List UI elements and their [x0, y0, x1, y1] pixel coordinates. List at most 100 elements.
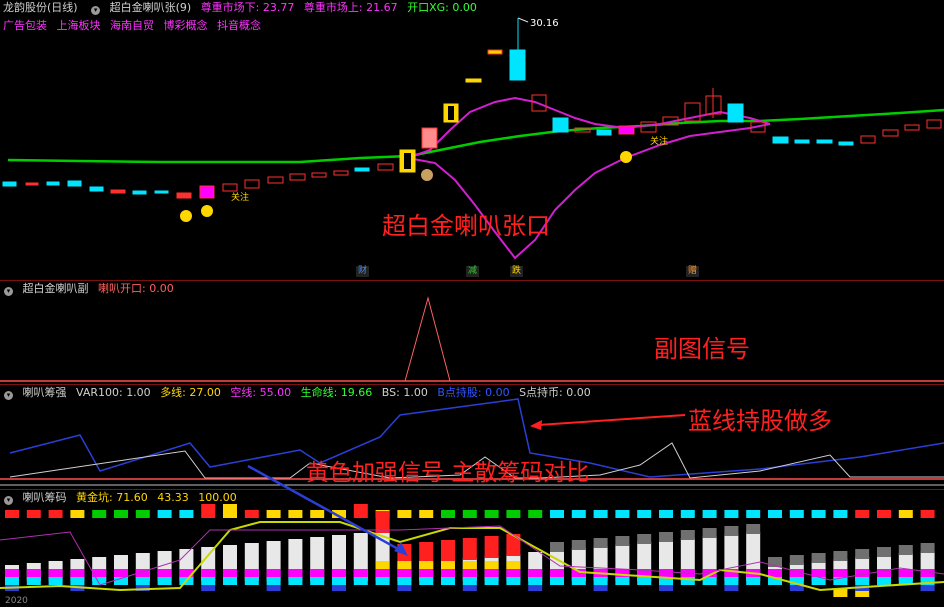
chip-bar-segment	[397, 561, 412, 569]
candle	[465, 78, 482, 83]
candle	[46, 181, 60, 186]
chip-bar-segment	[702, 528, 717, 538]
candle	[244, 179, 260, 189]
chip-bar-segment	[353, 577, 368, 585]
sub1-caption: 副图信号	[654, 335, 750, 363]
chip-bar-segment	[833, 551, 848, 561]
chip-bar-segment	[877, 547, 891, 557]
sub2-caption2: 黄色加强信号 主散筹码对比	[306, 460, 590, 486]
chip-bar-segment	[114, 569, 128, 577]
chip-top-bar	[92, 510, 107, 518]
chip-top-bar	[288, 510, 303, 518]
chip-bar-segment	[310, 577, 325, 585]
chip-bar-segment	[288, 577, 303, 585]
chip-bar-segment	[462, 561, 477, 569]
candle	[199, 185, 215, 199]
chip-top-bar	[768, 510, 782, 518]
chip-bar-segment	[332, 569, 346, 577]
chip-bar-segment	[571, 540, 586, 550]
chip-top-bar	[637, 510, 652, 518]
candle	[67, 180, 82, 187]
chip-bar-segment	[266, 569, 281, 577]
candle	[838, 141, 854, 146]
chip-bar-segment	[550, 577, 564, 585]
candle	[289, 173, 306, 181]
chip-top-bar	[462, 510, 477, 518]
chip-bar-segment	[201, 569, 216, 577]
chip-bar-segment	[48, 569, 63, 577]
chip-top-bar	[135, 510, 150, 518]
chip-bar-segment	[332, 585, 346, 591]
chip-bar-segment	[855, 577, 870, 585]
chip-bar-segment	[484, 536, 499, 558]
chip-top-bar	[855, 510, 870, 518]
candle	[154, 190, 169, 194]
chip-bar-segment	[375, 569, 390, 577]
chip-bar-segment	[659, 585, 673, 591]
chip-top-bar	[680, 510, 695, 518]
sub1-chart-svg	[0, 296, 944, 382]
event-tag-jian[interactable]: 减	[466, 266, 480, 277]
chip-bar-segment	[441, 540, 455, 562]
candle	[176, 192, 192, 199]
chip-top-bar	[746, 510, 761, 518]
candle	[333, 170, 349, 176]
candle	[904, 124, 920, 131]
chip-bar-segment	[593, 577, 608, 585]
event-tag-cai[interactable]: 财	[356, 266, 370, 277]
chip-top-bar	[506, 510, 521, 518]
chip-top-bar	[201, 504, 216, 518]
chip-bar-segment	[441, 577, 455, 585]
candle	[860, 135, 876, 144]
chip-bar-segment	[397, 585, 412, 591]
chip-bar-segment	[462, 538, 477, 560]
chip-bar-segment	[135, 577, 150, 585]
chip-bar-segment	[506, 577, 521, 585]
chip-top-bar	[266, 510, 281, 518]
chip-bar-segment	[659, 569, 673, 577]
chip-bar-segment	[506, 561, 521, 569]
chip-top-bar	[789, 510, 804, 518]
chip-top-bar	[419, 510, 434, 518]
event-tag-die[interactable]: 跌	[510, 266, 524, 277]
candle	[354, 167, 370, 172]
chip-bar-segment	[462, 577, 477, 585]
chip-bar-segment	[571, 577, 586, 585]
chip-bar-segment	[266, 585, 281, 591]
chip-top-bar	[353, 504, 368, 518]
chip-bar-segment	[419, 542, 434, 564]
chip-bar-segment	[920, 569, 935, 577]
sub3-v3: 100.00	[198, 491, 237, 504]
chip-top-bar	[310, 510, 325, 518]
candle	[487, 49, 503, 55]
chip-top-bar	[70, 510, 85, 518]
sub3-title[interactable]: 喇叭筹码	[23, 491, 67, 504]
chip-bar-segment	[223, 569, 237, 577]
chip-bar-segment	[441, 569, 455, 577]
chip-bar-segment	[48, 577, 63, 585]
chip-bar-segment	[593, 585, 608, 591]
sub3-panel[interactable]: ▾ 喇叭筹码 黄金坑: 71.60 43.33 100.00 2020	[0, 490, 944, 607]
candle	[727, 103, 744, 123]
chip-bar-segment	[310, 569, 325, 577]
candle	[2, 181, 17, 187]
chip-top-bar	[114, 510, 128, 518]
main-chart-panel[interactable]: 龙韵股份(日线) ▾ 超白金喇叭张(9) 尊重市场下: 23.77 尊重市场上:…	[0, 0, 944, 283]
indicator-menu-icon[interactable]: ▾	[4, 496, 13, 505]
date-axis-label: 2020	[5, 596, 28, 606]
chip-bar-segment	[375, 561, 390, 569]
chip-top-bar	[550, 510, 564, 518]
chip-bar-segment	[419, 561, 434, 569]
event-tag-zeng[interactable]: 赠	[686, 266, 700, 277]
chip-top-bar	[397, 510, 412, 518]
candle	[618, 125, 635, 135]
chip-bar-segment	[157, 577, 172, 585]
chip-bar-segment	[462, 569, 477, 577]
sub2-panel[interactable]: ▾ 喇叭筹强 VAR100: 1.00 多线: 27.00 空线: 55.00 …	[0, 385, 944, 489]
chip-top-bar	[898, 510, 913, 518]
chip-top-bar	[26, 510, 41, 518]
chip-bar-segment	[833, 569, 848, 577]
chip-bar-segment	[462, 585, 477, 591]
high-label-leader	[517, 17, 529, 23]
sub1-panel[interactable]: ▾ 超白金喇叭副 喇叭开口: 0.00 副图信号	[0, 281, 944, 384]
